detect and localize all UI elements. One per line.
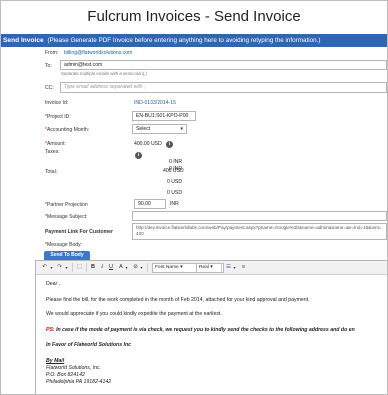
- total-1-value: 400 USD: [163, 168, 184, 174]
- invoice-id-value: IND-0133/2014-15: [134, 100, 176, 106]
- message-body-label: *Message Body:: [45, 242, 83, 248]
- font-size-value: Real: [199, 265, 209, 270]
- undo-icon[interactable]: ↶: [40, 263, 49, 272]
- project-id-value: EN-BU1:S01-KPO-P00: [136, 113, 189, 119]
- bold-button[interactable]: B: [89, 263, 97, 272]
- partner-projection-value: 90.00: [138, 201, 151, 207]
- section-title: Send Invoice: [3, 37, 44, 44]
- toolbar-divider: [147, 263, 148, 272]
- font-color-dropdown-icon[interactable]: ▾: [124, 263, 129, 272]
- to-field[interactable]: admin@test.com: [60, 60, 387, 70]
- partner-projection-label: *Partner Projection: [45, 202, 88, 208]
- project-id-field[interactable]: EN-BU1:S01-KPO-P00: [132, 111, 196, 121]
- email-ps-text: In case if the mode of payment is via ch…: [56, 327, 355, 333]
- section-header: Send Invoice (Please Generate PDF Invoic…: [1, 34, 387, 47]
- amount-label: *Amount:: [45, 141, 66, 147]
- toolbar-divider: [72, 263, 73, 272]
- chevron-down-icon: ▾: [180, 126, 183, 132]
- to-field-value: admin@test.com: [64, 62, 103, 68]
- section-note: (Please Generate PDF Invoice before ente…: [47, 37, 321, 44]
- accounting-month-label-text: Accounting Month:: [46, 127, 90, 133]
- undo-dropdown-icon[interactable]: ▾: [49, 263, 54, 272]
- email-address-1: Flatworld Solutions, Inc.: [46, 365, 102, 371]
- message-body-label-text: Message Body:: [46, 242, 83, 248]
- send-to-body-button[interactable]: Send To Body: [44, 251, 90, 260]
- taxes-info-icon[interactable]: i: [135, 152, 142, 159]
- payment-link-value: http://dev.invoice.flatworldlabs.com/web…: [136, 225, 382, 236]
- payment-link-field[interactable]: http://dev.invoice.flatworldlabs.com/web…: [132, 223, 387, 240]
- email-ps-line: PS: In case if the mode of payment is vi…: [46, 327, 355, 333]
- font-name-select[interactable]: Font Name ▾: [152, 263, 198, 273]
- invoice-id-label: Invoice Id:: [45, 100, 69, 106]
- payment-link-label: Payment Link For Customer: [45, 229, 113, 235]
- tax-1-value: 0 INR: [169, 159, 183, 165]
- italic-button[interactable]: I: [98, 263, 106, 272]
- to-hint: Separate multiple emails with a semicolo…: [61, 71, 147, 76]
- email-greeting: Dear ,: [46, 281, 61, 287]
- email-address-3: Philadelphia PA 19182-4142: [46, 379, 112, 385]
- total-label: Total:: [45, 169, 58, 175]
- taxes-label: Taxes:: [45, 149, 60, 155]
- redo-dropdown-icon[interactable]: ▾: [64, 263, 69, 272]
- underline-button[interactable]: U: [107, 263, 115, 272]
- highlight-dropdown-icon[interactable]: ▾: [139, 263, 144, 272]
- amount-label-text: Amount:: [46, 141, 66, 147]
- email-line-1: Please find the bill, for the work compl…: [46, 297, 310, 303]
- paragraph-dropdown-icon[interactable]: ▾: [232, 263, 237, 272]
- font-name-value: Font Name: [155, 265, 179, 270]
- message-subject-field[interactable]: [132, 211, 387, 221]
- partner-projection-unit: INR: [170, 201, 179, 207]
- email-by-mail: By Mail: [46, 358, 65, 364]
- redo-icon[interactable]: ↷: [55, 263, 64, 272]
- email-line-2: We would appreciate if you could kindly …: [46, 311, 222, 317]
- from-value: billing@flatworldsolutions.com: [64, 50, 133, 56]
- accounting-month-value: Select: [136, 126, 151, 132]
- from-label: From:: [45, 50, 59, 56]
- accounting-month-label: *Accounting Month:: [45, 127, 90, 133]
- cc-field[interactable]: Type email address separated with ;: [60, 82, 387, 93]
- total-3-value: 0 USD: [167, 190, 183, 196]
- accounting-month-select[interactable]: Select ▾: [132, 124, 187, 134]
- format-icon[interactable]: ⬚: [75, 263, 84, 272]
- cc-placeholder: Type email address separated with ;: [64, 84, 146, 90]
- partner-projection-label-text: Partner Projection: [46, 202, 88, 208]
- email-ps-label: PS:: [46, 327, 55, 333]
- partner-projection-field[interactable]: 90.00: [134, 199, 166, 209]
- list-icon[interactable]: ≡: [239, 263, 248, 272]
- message-subject-label-text: Message Subject:: [46, 214, 88, 220]
- project-id-label-text: Project ID:: [46, 114, 71, 120]
- email-address-2: P.O. Box 824142: [46, 372, 85, 378]
- amount-value: 400.00 USD: [134, 141, 162, 147]
- editor-toolbar: ↶ ▾ ↷ ▾ ⬚ B I U A ▾ ⊘ ▾ Font Name ▾ Real…: [36, 261, 387, 275]
- cc-label: CC:: [45, 85, 54, 91]
- to-label: To:: [45, 63, 52, 69]
- toolbar-divider: [221, 263, 222, 272]
- font-size-select[interactable]: Real ▾: [196, 263, 224, 273]
- page-title: Fulcrum Invoices - Send Invoice: [87, 8, 301, 25]
- total-2-value: 0 USD: [167, 179, 183, 185]
- send-invoice-window: Fulcrum Invoices - Send Invoice Send Inv…: [0, 0, 388, 395]
- project-id-label: *Project ID:: [45, 114, 71, 120]
- toolbar-divider: [86, 263, 87, 272]
- message-body-editor[interactable]: ↶ ▾ ↷ ▾ ⬚ B I U A ▾ ⊘ ▾ Font Name ▾ Real…: [35, 260, 387, 394]
- email-favor: In Favor of Flatworld Solutions Inc: [46, 342, 132, 348]
- amount-info-icon[interactable]: i: [166, 141, 173, 148]
- message-subject-label: *Message Subject:: [45, 214, 88, 220]
